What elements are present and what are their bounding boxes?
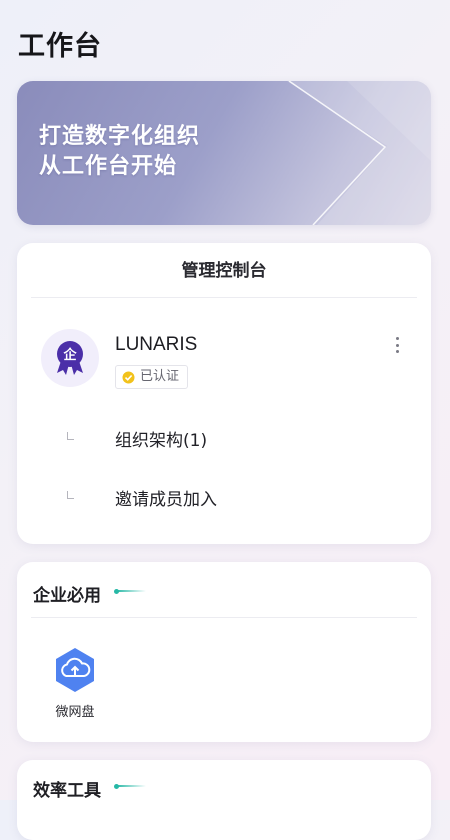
org-name: LUNARIS (115, 334, 198, 355)
verified-icon (122, 371, 135, 384)
section-divider (31, 617, 417, 618)
page-title: 工作台 (18, 31, 102, 62)
badge-char: 企 (62, 347, 77, 363)
certified-label: 已认证 (140, 369, 180, 384)
cloud-upload-icon (56, 648, 94, 692)
banner-subheadline: 从工作台开始 (39, 154, 178, 179)
more-options-icon[interactable] (391, 335, 403, 355)
app-weipan[interactable]: 微网盘 (43, 647, 107, 720)
tree-branch-icon (67, 432, 74, 440)
admin-console-card: 管理控制台 企 LUNARIS 已认证 组织架构(1) 邀请成员加入 (17, 243, 431, 544)
efficiency-tools-title: 效率工具 (33, 781, 101, 801)
org-structure-item[interactable]: 组织架构(1) (115, 426, 207, 451)
console-title[interactable]: 管理控制台 (17, 243, 431, 297)
invite-members-item[interactable]: 邀请成员加入 (115, 485, 217, 510)
title-accent-line (116, 590, 146, 592)
must-have-section: 企业必用 微网盘 (17, 562, 431, 742)
promo-banner[interactable]: 打造数字化组织 从工作台开始 (17, 81, 431, 225)
efficiency-tools-section: 效率工具 (17, 760, 431, 840)
certified-badge: 已认证 (115, 365, 189, 389)
banner-headline: 打造数字化组织 (39, 124, 201, 149)
tree-branch-icon (67, 491, 74, 499)
console-divider (31, 297, 417, 298)
title-accent-line (116, 785, 146, 787)
app-label: 微网盘 (55, 705, 95, 720)
must-have-title: 企业必用 (33, 586, 101, 606)
org-avatar: 企 (41, 329, 99, 387)
enterprise-badge-icon: 企 (57, 341, 83, 375)
